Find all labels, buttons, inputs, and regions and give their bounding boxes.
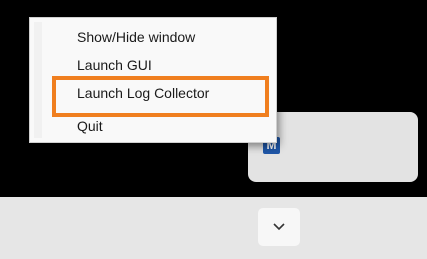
menu-item-show-hide-window[interactable]: Show/Hide window [30,25,276,49]
taskbar-area [0,197,427,259]
menu-item-quit[interactable]: Quit [30,114,276,138]
show-hidden-icons-button[interactable] [258,208,300,246]
highlight-box [52,76,269,117]
menu-item-launch-gui[interactable]: Launch GUI [30,53,276,77]
chevron-down-icon [273,223,285,231]
